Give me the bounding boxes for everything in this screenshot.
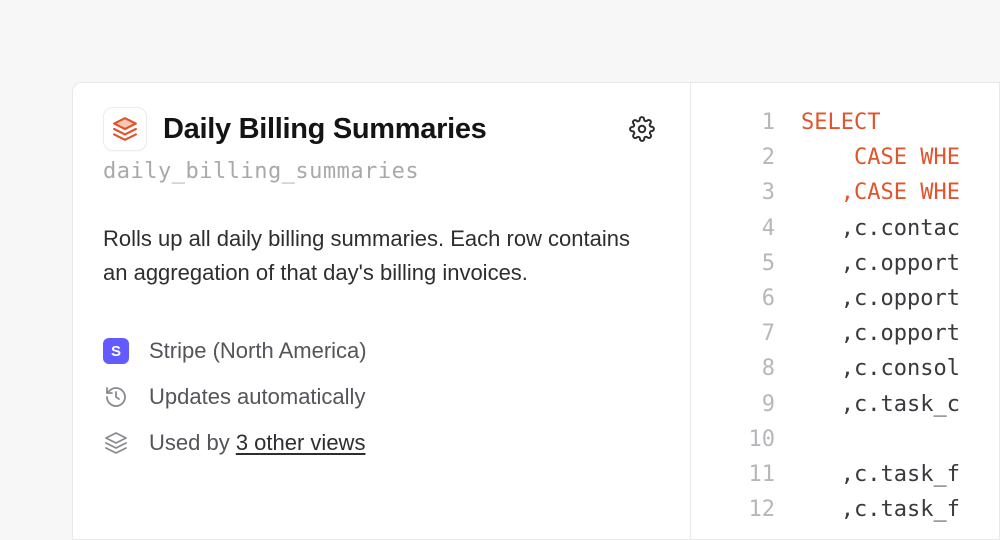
line-number: 12 xyxy=(691,492,775,527)
code-line: ,c.contac xyxy=(801,211,999,246)
details-pane: Daily Billing Summaries daily_billing_su… xyxy=(73,83,691,539)
code-line: ,c.task_c xyxy=(801,387,999,422)
meta-updates: Updates automatically xyxy=(103,384,660,410)
dataset-description: Rolls up all daily billing summaries. Ea… xyxy=(103,222,643,290)
code-line xyxy=(801,422,999,457)
meta-source: S Stripe (North America) xyxy=(103,338,660,364)
header-row: Daily Billing Summaries xyxy=(103,107,660,151)
code-editor[interactable]: 123456789101112 SELECT CASE WHE ,CASE WH… xyxy=(691,83,999,539)
code-line: ,c.task_f xyxy=(801,457,999,492)
dataset-slug: daily_billing_summaries xyxy=(103,159,660,184)
usage-prefix: Used by xyxy=(149,430,236,455)
line-number: 6 xyxy=(691,281,775,316)
stripe-icon: S xyxy=(103,338,129,364)
code-lines: SELECT CASE WHE ,CASE WHE ,c.contac ,c.o… xyxy=(801,105,999,539)
code-line: ,CASE WHE xyxy=(801,175,999,210)
updates-label: Updates automatically xyxy=(149,384,365,410)
source-label: Stripe (North America) xyxy=(149,338,367,364)
settings-button[interactable] xyxy=(624,111,660,147)
code-line: CASE WHE xyxy=(801,140,999,175)
stripe-badge-letter: S xyxy=(111,343,121,360)
code-line: ,c.opport xyxy=(801,281,999,316)
line-gutter: 123456789101112 xyxy=(691,105,801,539)
code-line: ,c.task_f xyxy=(801,492,999,527)
line-number: 5 xyxy=(691,246,775,281)
usage-text: Used by 3 other views xyxy=(149,430,365,456)
dataset-card: Daily Billing Summaries daily_billing_su… xyxy=(72,82,1000,540)
code-line: ,c.opport xyxy=(801,246,999,281)
dataset-title: Daily Billing Summaries xyxy=(163,113,487,146)
meta-usage: Used by 3 other views xyxy=(103,430,660,456)
line-number: 11 xyxy=(691,457,775,492)
line-number: 7 xyxy=(691,316,775,351)
line-number: 2 xyxy=(691,140,775,175)
code-line: SELECT xyxy=(801,105,999,140)
line-number: 8 xyxy=(691,351,775,386)
line-number: 9 xyxy=(691,387,775,422)
line-number: 3 xyxy=(691,175,775,210)
layers-icon xyxy=(103,430,129,456)
title-block: Daily Billing Summaries xyxy=(103,107,487,151)
history-icon xyxy=(103,384,129,410)
gear-icon xyxy=(629,116,655,142)
code-line: ,c.opport xyxy=(801,316,999,351)
line-number: 4 xyxy=(691,211,775,246)
meta-list: S Stripe (North America) Updates automat… xyxy=(103,338,660,456)
code-line: ,c.consol xyxy=(801,351,999,386)
usage-link[interactable]: 3 other views xyxy=(236,430,366,455)
line-number: 10 xyxy=(691,422,775,457)
line-number: 1 xyxy=(691,105,775,140)
dataset-icon xyxy=(103,107,147,151)
